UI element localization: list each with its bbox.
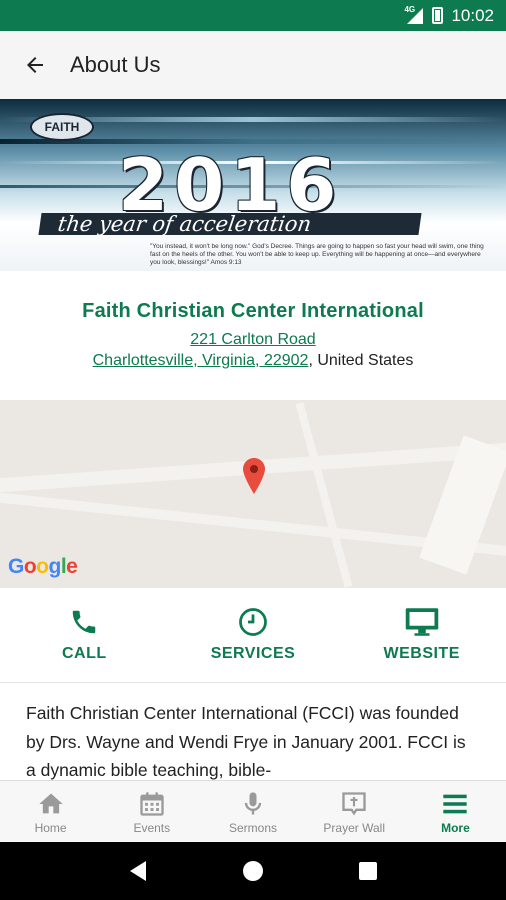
app-bar: About Us: [0, 31, 506, 99]
church-logo: FAITH: [30, 113, 94, 141]
hero-verse: "You instead, it won't be long now." God…: [150, 243, 484, 266]
microphone-icon: [244, 792, 262, 815]
prayer-icon: [342, 792, 366, 816]
clock-icon: [239, 608, 267, 636]
church-name: Faith Christian Center International: [82, 300, 424, 322]
page-title: About Us: [70, 52, 161, 77]
action-row: CALL SERVICES WEBSITE: [0, 588, 506, 683]
nav-more[interactable]: More: [405, 781, 506, 842]
address-city-link[interactable]: Charlottesville, Virginia, 22902: [93, 352, 309, 369]
cell-signal-icon: 4G: [404, 4, 424, 25]
back-button[interactable]: [0, 31, 70, 99]
bottom-navigation: Home Events Sermons Prayer Wall More: [0, 780, 506, 842]
circle-home-icon: [242, 861, 263, 881]
battery-icon: [432, 7, 444, 24]
address-street-line: 221 Carlton Road: [0, 331, 506, 349]
status-bar: 4G 10:02: [0, 0, 506, 31]
calendar-icon: [140, 792, 164, 816]
system-home-button[interactable]: [233, 851, 273, 891]
google-logo: Google: [8, 555, 78, 578]
phone-icon: [73, 610, 96, 634]
services-button[interactable]: SERVICES: [169, 588, 338, 682]
system-navigation-bar: [0, 842, 506, 900]
monitor-icon: [405, 608, 438, 636]
system-recents-button[interactable]: [348, 851, 388, 891]
hero-banner: FAITH 2016 the year of acceleration "You…: [0, 99, 506, 271]
website-label: WEBSITE: [383, 645, 460, 662]
network-type: 4G: [404, 4, 416, 14]
arrow-left-icon: [27, 57, 43, 73]
address-street-link[interactable]: 221 Carlton Road: [190, 331, 315, 348]
about-description: Faith Christian Center International (FC…: [26, 703, 466, 780]
call-button[interactable]: CALL: [0, 588, 169, 682]
system-back-button[interactable]: [118, 851, 158, 891]
nav-events-label: Events: [133, 821, 171, 835]
address-country: , United States: [308, 352, 414, 369]
nav-prayer-wall-label: Prayer Wall: [323, 821, 385, 835]
map-pin-icon[interactable]: [243, 458, 265, 494]
nav-events[interactable]: Events: [101, 781, 202, 842]
address-city-line: Charlottesville, Virginia, 22902, United…: [0, 352, 506, 370]
call-label: CALL: [62, 645, 107, 662]
clock: 10:02: [451, 5, 494, 25]
nav-prayer-wall[interactable]: Prayer Wall: [304, 781, 405, 842]
church-info: Faith Christian Center International 221…: [0, 300, 506, 370]
square-recents-icon: [359, 862, 378, 880]
home-icon: [38, 793, 63, 814]
services-label: SERVICES: [210, 645, 296, 662]
nav-home[interactable]: Home: [0, 781, 101, 842]
nav-sermons[interactable]: Sermons: [202, 781, 303, 842]
status-icons: 4G 10:02: [404, 0, 494, 31]
nav-more-label: More: [441, 821, 470, 835]
nav-home-label: Home: [34, 821, 67, 835]
triangle-back-icon: [129, 861, 146, 881]
website-button[interactable]: WEBSITE: [337, 588, 506, 682]
menu-icon: [443, 794, 468, 814]
nav-sermons-label: Sermons: [228, 821, 278, 835]
hero-tagline: the year of acceleration: [38, 212, 422, 236]
